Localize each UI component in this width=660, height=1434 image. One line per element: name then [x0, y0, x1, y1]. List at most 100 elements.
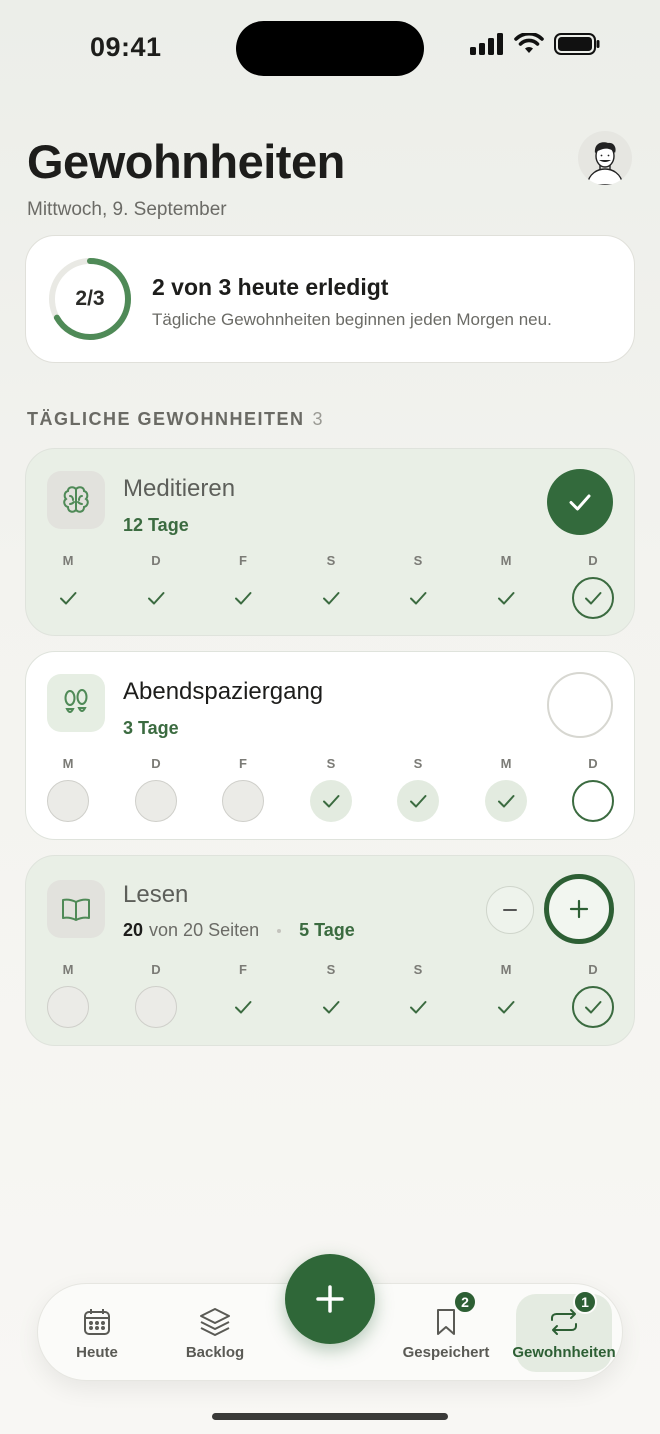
day-done-mark: [485, 780, 527, 822]
tab-heute[interactable]: Heute: [60, 1294, 134, 1372]
home-indicator: [212, 1413, 448, 1420]
footsteps-icon: [64, 689, 88, 713]
daily-summary-card: 2/3 2 von 3 heute erledigt Tägliche Gewo…: [25, 235, 635, 363]
habit-icon-tile: [47, 880, 105, 938]
plus-icon: [569, 899, 589, 919]
habit-card-meditieren[interactable]: Meditieren 12 Tage M D F S S M D: [25, 448, 635, 636]
habit-name: Lesen: [123, 881, 189, 908]
plus-icon: [316, 1285, 344, 1313]
habit-icon-tile: [47, 674, 105, 732]
day-cell: D: [571, 553, 615, 619]
weekday-label: M: [62, 756, 74, 771]
day-missed-mark: [222, 780, 264, 822]
summary-subtitle: Tägliche Gewohnheiten beginnen jeden Mor…: [152, 310, 552, 329]
day-done-mark: [397, 986, 439, 1028]
pages-total: von 20 Seiten: [149, 920, 260, 940]
habit-streak: 12 Tage: [123, 515, 189, 535]
weekday-label: S: [326, 756, 336, 771]
checkmark-icon: [585, 592, 602, 605]
week-tracker: MDFSSMD: [46, 962, 616, 1042]
day-missed-mark: [135, 986, 177, 1028]
day-missed-mark: [47, 986, 89, 1028]
section-count: 3: [312, 409, 325, 429]
add-habit-button[interactable]: [285, 1254, 375, 1344]
avatar[interactable]: [578, 131, 632, 185]
habit-card-abendspaziergang[interactable]: Abendspaziergang 3 Tage M D F S S M D: [25, 651, 635, 840]
page-title: Gewohnheiten: [27, 135, 345, 188]
weekday-label: D: [588, 756, 598, 771]
weekday-label: S: [413, 553, 423, 568]
day-cell: F: [221, 756, 265, 822]
day-missed-mark: [135, 780, 177, 822]
section-header: TÄGLICHE GEWOHNHEITEN 3: [27, 409, 324, 430]
day-done-mark: [310, 986, 352, 1028]
day-cell: M: [46, 962, 90, 1028]
habit-name: Abendspaziergang: [123, 678, 324, 705]
weekday-label: F: [239, 553, 247, 568]
day-done-mark: [310, 577, 352, 619]
week-tracker: MDFSSMD: [46, 553, 616, 633]
weekday-label: F: [239, 756, 247, 771]
day-cell: D: [571, 756, 615, 822]
weekday-label: S: [326, 962, 336, 977]
tab-gespeichert[interactable]: Gespeichert 2: [396, 1290, 496, 1372]
today-open-mark: [572, 780, 614, 822]
day-cell: D: [134, 962, 178, 1028]
day-cell: S: [396, 756, 440, 822]
tab-label: Gespeichert: [402, 1343, 490, 1361]
day-cell: M: [484, 962, 528, 1028]
checkmark-icon: [410, 1001, 427, 1014]
separator-dot: [277, 928, 282, 933]
battery-icon: [554, 33, 600, 55]
increment-button[interactable]: [544, 874, 614, 944]
checkmark-icon: [323, 795, 340, 808]
weekday-label: D: [151, 962, 161, 977]
checkmark-icon: [569, 494, 591, 511]
weekday-label: D: [151, 756, 161, 771]
status-time: 09:41: [90, 32, 162, 62]
weekday-label: D: [151, 553, 161, 568]
weekday-label: D: [588, 553, 598, 568]
pages-done: 20: [123, 920, 144, 940]
habit-streak: 5 Tage: [299, 920, 355, 940]
day-cell: M: [46, 553, 90, 619]
decrement-button[interactable]: [486, 886, 534, 934]
week-tracker: MDFSSMD: [46, 756, 616, 836]
today-done-mark: [572, 577, 614, 619]
day-done-mark: [222, 577, 264, 619]
day-cell: F: [221, 553, 265, 619]
habit-streak: 3 Tage: [123, 718, 179, 738]
layers-icon: [200, 1307, 230, 1336]
weekday-label: M: [500, 553, 512, 568]
day-cell: M: [484, 756, 528, 822]
day-cell: S: [309, 553, 353, 619]
habit-icon-tile: [47, 471, 105, 529]
weekday-label: S: [413, 756, 423, 771]
weekday-label: M: [62, 553, 74, 568]
checkmark-icon: [235, 1001, 252, 1014]
habit-card-lesen[interactable]: Lesen 20 von 20 Seiten 5 Tage M D F S S M D: [25, 855, 635, 1046]
weekday-label: M: [500, 962, 512, 977]
day-cell: S: [396, 553, 440, 619]
habit-complete-toggle[interactable]: [547, 469, 613, 535]
page-date: Mittwoch, 9. September: [27, 199, 227, 220]
checkmark-icon: [498, 1001, 515, 1014]
summary-title: 2 von 3 heute erledigt: [152, 274, 389, 300]
checkmark-icon: [498, 795, 515, 808]
weekday-label: S: [326, 553, 336, 568]
brain-icon: [63, 486, 89, 513]
wifi-icon: [514, 33, 544, 53]
day-cell: D: [134, 553, 178, 619]
day-done-mark: [485, 986, 527, 1028]
checkmark-icon: [410, 592, 427, 605]
habit-complete-toggle[interactable]: [547, 672, 613, 738]
tab-backlog[interactable]: Backlog: [174, 1294, 256, 1372]
day-done-mark: [397, 780, 439, 822]
day-done-mark: [310, 780, 352, 822]
tab-label: Gewohnheiten: [512, 1343, 616, 1361]
status-icons: [470, 33, 600, 55]
tab-gewohnheiten[interactable]: Gewohnheiten 1: [512, 1290, 616, 1372]
section-title: TÄGLICHE GEWOHNHEITEN: [27, 409, 305, 429]
book-icon: [62, 898, 90, 921]
calendar-icon: [84, 1308, 110, 1335]
